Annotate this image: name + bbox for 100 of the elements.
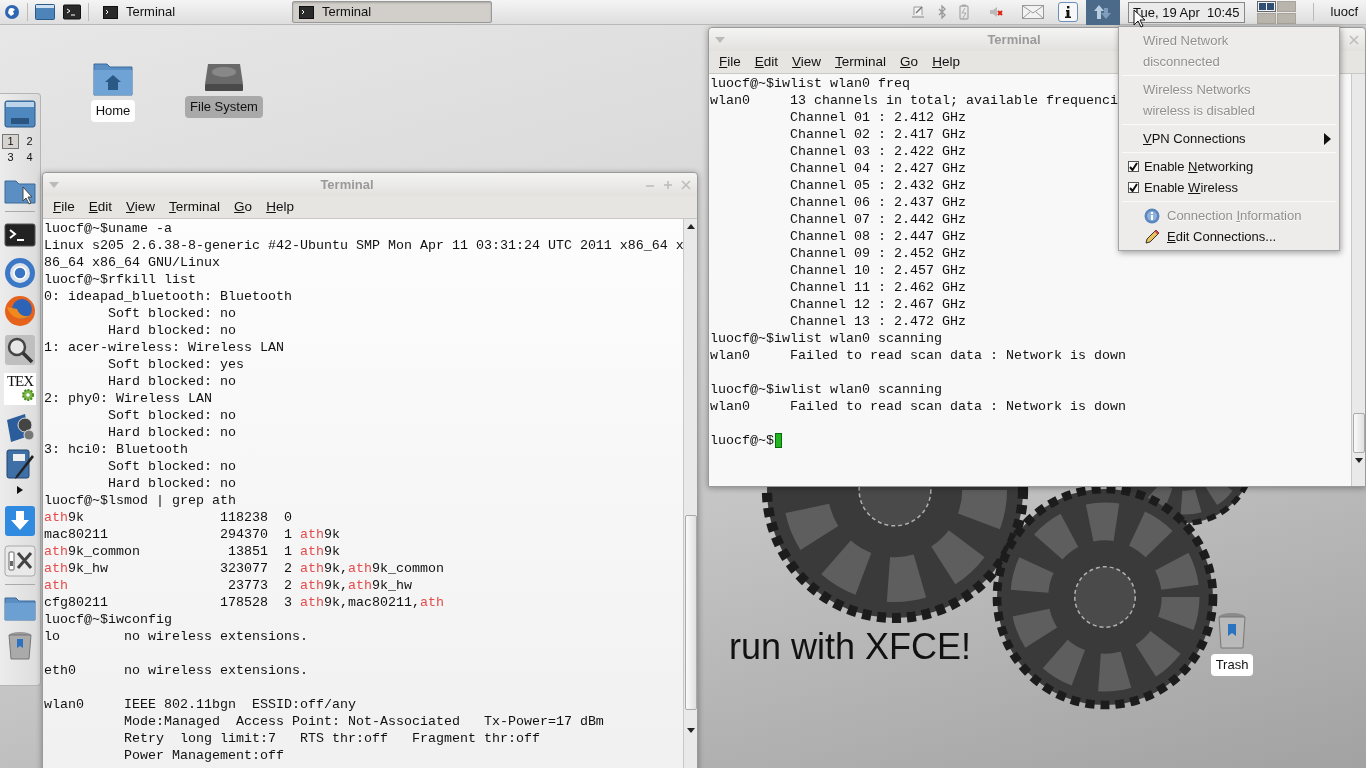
menu-item[interactable]: Terminal (828, 51, 894, 73)
speaker-muted-icon[interactable] (988, 4, 1005, 20)
close-icon (1349, 34, 1359, 45)
taskbar-button[interactable]: Terminal (96, 1, 286, 23)
terminal-line: luocf@~$iwlist wlan0 freq (710, 75, 910, 92)
terminal-line: Channel 12 : 2.467 GHz (788, 296, 966, 313)
checkbox[interactable] (1128, 161, 1139, 172)
submenu-item[interactable]: VPN Connections (1119, 128, 1339, 149)
window-title: Terminal (320, 175, 374, 194)
network-button[interactable] (1086, 0, 1121, 25)
down-arrow-icon[interactable] (686, 728, 695, 733)
terminal-line: 3: hci0: Bluetooth (44, 441, 188, 458)
chevron-down-icon (715, 36, 725, 43)
terminal-line: Channel 08 : 2.447 GHz (788, 228, 966, 245)
workspace-number[interactable]: 4 (21, 150, 38, 165)
desktop-launcher[interactable] (4, 98, 36, 130)
terminal-line: Power Management:off (122, 747, 284, 764)
browser-icon (4, 257, 36, 289)
download-icon (4, 505, 36, 537)
menu-item[interactable]: View (119, 196, 163, 218)
scrollbar-thumb[interactable] (1352, 413, 1365, 453)
terminal-line: ath 23773 2 ath9k,ath9k_hw (44, 577, 412, 594)
scrollbar-thumb[interactable] (684, 515, 697, 710)
menu-item[interactable]: File (46, 196, 82, 218)
tools-icon (4, 545, 36, 577)
terminal-line: luocf@~$rfkill list (44, 271, 196, 288)
terminal-line: Linux s205 2.6.38-8-generic #42-Ubuntu SMP Mon Apr 11 03:31:24 UTC 2011 x86_64 x (44, 237, 683, 254)
terminal-line: 1: acer-wireless: Wireless LAN (44, 339, 284, 356)
terminal-line: Hard blocked: no (107, 424, 236, 441)
terminal-line: Channel 09 : 2.452 GHz (788, 245, 966, 262)
terminal-line: ath9k 118238 0 (44, 509, 292, 526)
status-text: Wireless Networks (1142, 80, 1252, 99)
checkbox[interactable] (1128, 182, 1139, 193)
notes-icon[interactable] (910, 4, 927, 20)
terminal-line: luocf@~$iwlist wlan0 scanning (710, 330, 942, 347)
info-icon (1065, 6, 1072, 18)
fox-globe-launcher[interactable] (4, 295, 36, 327)
terminal-line: Channel 05 : 2.432 GHz (788, 177, 966, 194)
app-menu-button[interactable] (4, 4, 20, 20)
notebook-pen-icon (4, 449, 36, 481)
download-launcher[interactable] (4, 505, 36, 537)
terminal-line: Soft blocked: no (107, 458, 236, 475)
trash-icon[interactable] (1217, 612, 1247, 650)
caret-icon[interactable] (17, 486, 23, 494)
workspace-cell[interactable] (1276, 0, 1296, 12)
menu-item[interactable]: Go (893, 51, 926, 73)
info-button[interactable] (1058, 2, 1079, 22)
film-reel-launcher[interactable] (4, 412, 36, 444)
menu-item[interactable]: Help (925, 51, 967, 73)
menu-item[interactable]: Go (227, 196, 260, 218)
workspace-number[interactable]: 3 (2, 150, 19, 165)
terminal-line: lo no wireless extensions. (44, 628, 308, 645)
terminal-line: Retry long limit:7 RTS thr:off Fragment thr:off (122, 730, 540, 747)
notebook-pen-launcher[interactable] (4, 449, 36, 481)
terminal-line: Channel 01 : 2.412 GHz (788, 109, 966, 126)
scrollbar[interactable] (683, 219, 697, 768)
browser-launcher[interactable] (4, 257, 36, 289)
envelope-icon[interactable] (1022, 5, 1045, 19)
menu-item[interactable]: Terminal (162, 196, 228, 218)
desktop-icon-label[interactable]: Home (90, 100, 136, 122)
show-desktop-button[interactable] (35, 4, 55, 20)
info-circle-icon (1144, 207, 1160, 224)
terminal-line: ath9k_common 13851 1 ath9k (44, 543, 340, 560)
workspace-number[interactable]: 2 (21, 134, 38, 149)
scrollbar[interactable] (1351, 74, 1365, 486)
user-name[interactable]: luocf (1320, 2, 1366, 22)
menu-item[interactable]: Edit (747, 51, 786, 73)
workspace-cell[interactable] (1256, 0, 1276, 12)
workspace-cell[interactable] (1276, 12, 1296, 24)
terminal-line: mac80211 294370 1 ath9k (44, 526, 340, 543)
terminal-line: ath9k_hw 323077 2 ath9k,ath9k_common (44, 560, 444, 577)
checkbox-item[interactable]: Enable Wireless (1119, 177, 1339, 198)
desktop-icon-label[interactable]: Trash (1210, 654, 1254, 676)
terminal-line: Hard blocked: no (107, 322, 236, 339)
network-arrows-icon (1094, 4, 1113, 20)
status-text: disconnected (1142, 52, 1221, 71)
terminal-launcher[interactable] (63, 4, 81, 20)
desktop-icon (4, 98, 36, 130)
status-text: wireless is disabled (1142, 101, 1256, 120)
tools-launcher[interactable] (4, 545, 36, 577)
menu-item[interactable]: File (712, 51, 748, 73)
menu-item[interactable]: Edit Connections... (1119, 226, 1339, 247)
taskbar-button[interactable]: Terminal (292, 1, 492, 23)
terminal-line: Channel 07 : 2.442 GHz (788, 211, 966, 228)
terminal-line: Channel 02 : 2.417 GHz (788, 126, 966, 143)
menu-item[interactable]: Help (259, 196, 301, 218)
up-arrow-icon[interactable] (686, 224, 695, 229)
desktop-icon-label[interactable]: File System (185, 96, 263, 118)
workspace-number[interactable]: 1 (2, 134, 19, 149)
menu-item[interactable]: View (785, 51, 829, 73)
workspace-cell[interactable] (1256, 12, 1276, 24)
terminal-icon (103, 5, 118, 19)
terminal-line: wlan0 13 channels in total; available frequenci (710, 92, 1118, 109)
terminal-line: Soft blocked: no (107, 407, 236, 424)
menu-item[interactable]: Edit (81, 196, 120, 218)
search-launcher[interactable] (4, 334, 36, 366)
down-arrow-icon[interactable] (1354, 458, 1363, 463)
check-icon (1129, 162, 1138, 171)
close-icon (681, 179, 691, 190)
checkbox-item[interactable]: Enable Networking (1119, 156, 1339, 177)
